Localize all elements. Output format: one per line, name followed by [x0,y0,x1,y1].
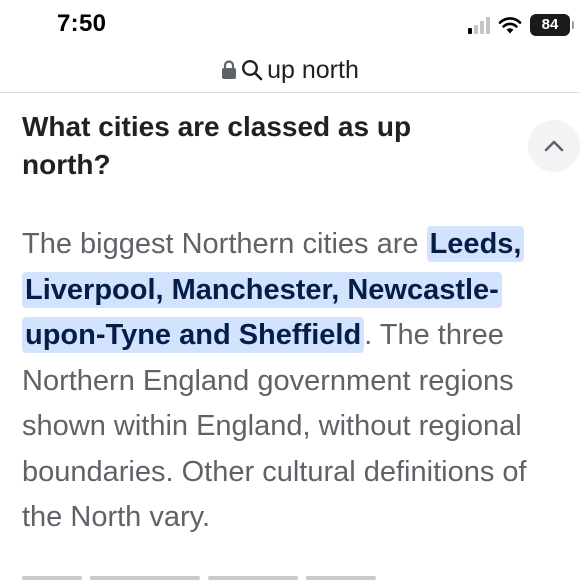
status-bar: 7:50 84 [0,0,580,48]
search-icon [242,59,263,81]
accordion-question[interactable]: What cities are classed as up north? [22,108,502,184]
address-bar[interactable]: up north [0,48,580,93]
accordion-answer: The biggest Northern cities are Leeds, L… [22,222,570,541]
wifi-icon [498,17,522,34]
lock-icon [222,60,237,79]
battery-icon: 84 [530,14,574,36]
chevron-up-icon [544,140,564,152]
collapse-button[interactable] [528,120,580,172]
status-time: 7:50 [57,10,107,37]
next-result-cutoff [22,566,542,580]
cellular-signal-icon [468,16,490,34]
status-icons: 84 [468,13,574,37]
answer-text-before: The biggest Northern cities are [22,228,427,260]
search-query: up north [267,55,359,84]
